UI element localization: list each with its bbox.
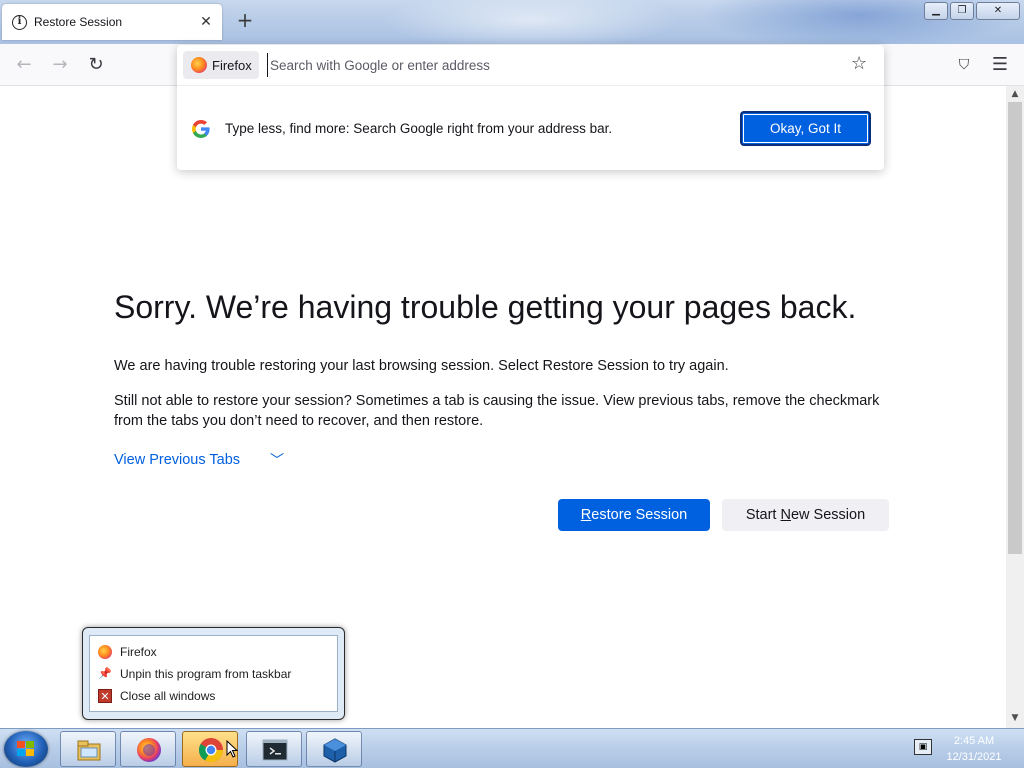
taskbar-jump-list: Firefox 📌 Unpin this program from taskba… (82, 627, 345, 720)
forward-arrow-icon[interactable]: → (48, 53, 72, 77)
terminal-icon (262, 739, 288, 761)
panel-divider (177, 85, 884, 86)
jump-list-label: Close all windows (120, 689, 216, 703)
jump-list-item-unpin[interactable]: 📌 Unpin this program from taskbar (98, 664, 291, 684)
taskbar-file-explorer[interactable] (60, 731, 116, 767)
clock-time: 2:45 AM (953, 735, 995, 747)
virtualbox-icon (323, 738, 347, 763)
description-text: We are having trouble restoring your las… (114, 358, 729, 374)
taskbar-virtualbox[interactable] (306, 731, 362, 767)
taskbar-terminal[interactable] (246, 731, 302, 767)
file-explorer-icon (77, 740, 101, 761)
maximize-button[interactable]: ❐ (950, 2, 974, 20)
page-title: Sorry. We’re having trouble getting your… (114, 289, 857, 325)
close-windows-icon: ✕ (98, 689, 112, 703)
titlebar-glass-highlight (380, 0, 680, 44)
identity-box[interactable]: Firefox (183, 51, 259, 79)
new-tab-button[interactable]: + (234, 10, 256, 32)
scrollbar-thumb[interactable] (1008, 102, 1022, 554)
jump-list-item-close-all[interactable]: ✕ Close all windows (98, 686, 215, 706)
bookmark-star-icon[interactable]: ☆ (851, 53, 867, 74)
search-tip-text: Type less, find more: Search Google righ… (225, 121, 613, 136)
windows-logo-icon (17, 741, 35, 757)
chevron-down-icon[interactable]: ﹀ (270, 450, 284, 470)
tab-close-icon[interactable]: ✕ (196, 14, 216, 30)
view-previous-tabs-link[interactable]: View Previous Tabs (114, 452, 240, 468)
minimize-button[interactable]: ▁ (924, 2, 948, 20)
network-icon[interactable]: ▣ (914, 739, 932, 755)
restore-session-button[interactable]: Restore Session (558, 499, 710, 531)
tab-title: Restore Session (34, 15, 123, 29)
unpin-icon: 📌 (98, 668, 112, 680)
jump-list-label: Unpin this program from taskbar (120, 667, 292, 681)
scroll-up-arrow-icon[interactable]: ▲ (1006, 86, 1024, 102)
hamburger-menu-icon[interactable]: ☰ (988, 53, 1012, 77)
system-clock[interactable]: 2:45 AM 12/31/2021 (938, 733, 1010, 765)
close-window-button[interactable]: ✕ (976, 2, 1020, 20)
title-bar: i Restore Session ✕ + ▁ ❐ ✕ (0, 0, 1024, 44)
address-input[interactable] (267, 53, 827, 77)
new-session-accelerator: N (780, 507, 791, 523)
scroll-down-arrow-icon[interactable]: ▼ (1006, 710, 1024, 726)
jump-list-body: Firefox 📌 Unpin this program from taskba… (89, 635, 338, 712)
taskbar-firefox[interactable] (120, 731, 176, 767)
google-icon (191, 119, 211, 139)
firefox-icon (137, 738, 161, 762)
start-button[interactable] (4, 731, 48, 767)
reload-icon[interactable]: ↻ (84, 53, 108, 77)
back-arrow-icon[interactable]: ← (12, 53, 36, 77)
jump-list-item-firefox[interactable]: Firefox (98, 642, 157, 662)
mouse-cursor-icon (226, 740, 238, 758)
restore-accelerator: R (580, 507, 592, 523)
pocket-icon[interactable]: ⛉ (952, 53, 976, 77)
identity-label: Firefox (212, 57, 252, 73)
info-icon: i (12, 14, 27, 30)
jump-list-label: Firefox (120, 645, 157, 659)
firefox-icon (191, 57, 207, 73)
okay-got-it-button[interactable]: Okay, Got It (740, 111, 871, 146)
clock-date: 12/31/2021 (946, 751, 1002, 763)
firefox-icon (98, 645, 112, 659)
start-new-session-button[interactable]: Start New Session (722, 499, 889, 531)
taskbar: ▣ 2:45 AM 12/31/2021 (0, 728, 1024, 768)
address-bar-popup: Firefox ☆ Type less, find more: Search G… (177, 45, 884, 170)
new-session-prefix: Start (745, 507, 781, 523)
vertical-scrollbar[interactable]: ▲ ▼ (1006, 86, 1024, 728)
new-session-label: ew Session (790, 507, 866, 523)
restore-label: estore Session (591, 507, 688, 523)
tab-restore-session[interactable]: i Restore Session ✕ (2, 4, 222, 40)
help-text: Still not able to restore your session? … (114, 393, 880, 429)
chrome-icon (198, 738, 223, 763)
